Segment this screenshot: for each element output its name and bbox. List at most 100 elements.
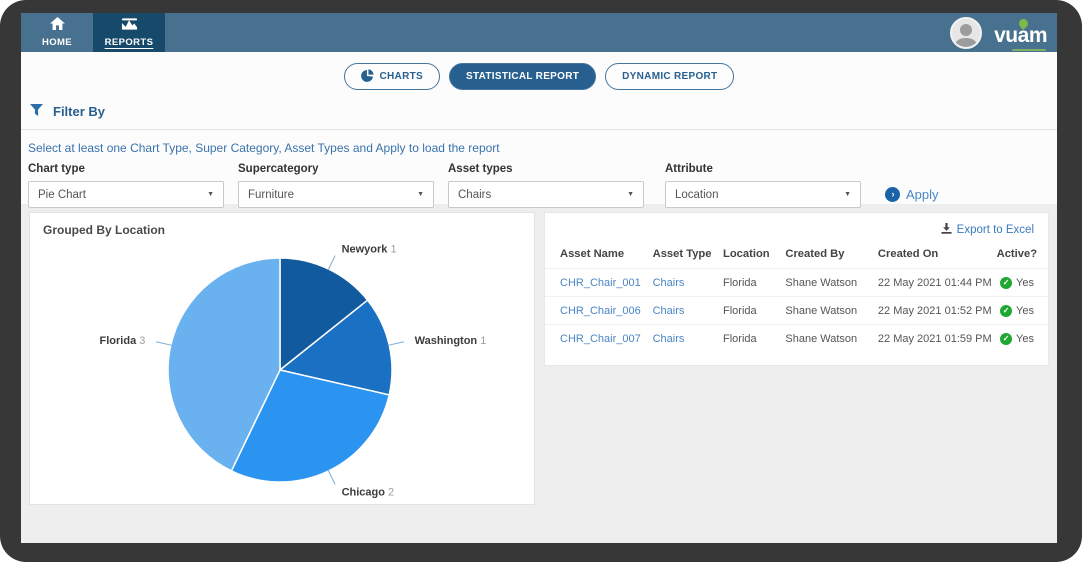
cell-asset-type: Chairs [647,268,719,297]
check-icon: ✓ [1000,277,1013,289]
col-active: Active? [996,248,1038,260]
cell-location: Florida [718,296,781,325]
tab-dynamic-label: DYNAMIC REPORT [622,71,718,82]
cell-asset-type: Chairs [647,324,719,352]
field-attribute: Attribute Location ▼ [665,163,861,208]
tab-charts-label: CHARTS [379,71,423,82]
nav-tab-reports[interactable]: REPORTS [93,13,165,52]
table-header-row: Asset Name Asset Type Location Created B… [545,242,1048,269]
table-row: CHR_Chair_007 Chairs Florida Shane Watson 22… [545,324,1048,352]
attribute-label: Attribute [665,163,713,175]
check-icon: ✓ [1000,333,1013,345]
attribute-select[interactable]: Location ▼ [665,181,861,208]
pie-label-washington: Washington 1 [415,335,487,347]
chevron-down-icon: ▼ [207,191,214,198]
cell-created-on: 22 May 2021 01:59 PM [872,324,992,352]
tab-statistical-label: STATISTICAL REPORT [465,71,580,82]
tab-statistical-report[interactable]: STATISTICAL REPORT [448,63,597,90]
nav-right: vu am [950,13,1057,52]
chart-type-select[interactable]: Pie Chart ▼ [28,181,224,208]
asset-table-body: CHR_Chair_001 Chairs Florida Shane Watson 22… [545,268,1048,352]
asset-name-link[interactable]: CHR_Chair_001 [560,277,641,289]
asset-type-link[interactable]: Chairs [653,333,685,345]
tab-charts[interactable]: CHARTS [343,63,440,90]
brand-logo: vu am [994,16,1048,51]
chart-type-value: Pie Chart [38,188,86,201]
app-window: HOME REPORTS vu am CHARTS STATISTICAL RE… [0,0,1082,562]
cell-active: ✓ Yes [991,296,1048,325]
cell-created-by: Shane Watson [780,324,873,352]
field-asset-types: Asset types Chairs ▼ [448,163,644,208]
chevron-down-icon: ▼ [417,191,424,198]
avatar-body [955,37,978,47]
field-supercategory: Supercategory Furniture ▼ [238,163,434,208]
cell-created-by: Shane Watson [780,296,873,325]
nav-reports-label: REPORTS [104,37,154,48]
field-chart-type: Chart type Pie Chart ▼ [28,163,224,208]
pie-chart-icon [360,68,374,85]
nav-tab-home[interactable]: HOME [21,13,93,52]
asset-name-link[interactable]: CHR_Chair_006 [560,305,641,317]
cell-location: Florida [718,324,781,352]
chart-type-label: Chart type [28,163,85,175]
cell-asset-name: CHR_Chair_001 [545,268,648,297]
active-status-label: Yes [1016,277,1034,289]
apply-button[interactable]: › Apply [885,187,939,202]
home-icon [49,17,65,35]
export-label: Export to Excel [956,224,1034,236]
filter-header: Filter By [30,104,105,119]
col-created-by: Created By [785,248,845,260]
filter-icon [30,104,43,119]
content-area: CHARTS STATISTICAL REPORT DYNAMIC REPORT… [21,52,1057,543]
cell-active: ✓ Yes [991,324,1048,352]
filter-fields: Chart type Pie Chart ▼ Supercategory Fur… [28,163,939,208]
export-to-excel-button[interactable]: Export to Excel [941,223,1034,237]
asset-table-card: Export to Excel Asset Name Asset Type Lo… [544,212,1049,366]
active-status: ✓ Yes [1000,305,1034,317]
check-icon: ✓ [1000,305,1013,317]
supercategory-label: Supercategory [238,163,319,175]
active-status: ✓ Yes [1000,333,1034,345]
supercategory-value: Furniture [248,188,295,201]
top-navbar: HOME REPORTS vu am [21,13,1057,52]
cell-created-on: 22 May 2021 01:44 PM [872,268,992,297]
pie-label-florida: Florida 3 [100,335,146,347]
active-status: ✓ Yes [1000,277,1034,289]
asset-name-link[interactable]: CHR_Chair_007 [560,333,641,345]
supercategory-select[interactable]: Furniture ▼ [238,181,434,208]
cell-asset-name: CHR_Chair_006 [545,296,648,325]
asset-types-label: Asset types [448,163,513,175]
table-row: CHR_Chair_001 Chairs Florida Shane Watson 22… [545,268,1048,297]
user-avatar[interactable] [950,16,983,49]
pie-label-newyork: Newyork 1 [342,243,397,255]
chevron-down-icon: ▼ [627,191,634,198]
pie-label-line [388,341,404,346]
apply-label: Apply [906,187,939,202]
tab-dynamic-report[interactable]: DYNAMIC REPORT [605,63,735,90]
filter-title: Filter By [53,104,106,119]
apply-arrow-icon: › [885,187,900,202]
cell-created-on: 22 May 2021 01:52 PM [872,296,992,325]
asset-types-select[interactable]: Chairs ▼ [448,181,644,208]
col-asset-name: Asset Name [560,248,625,260]
table-row: CHR_Chair_006 Chairs Florida Shane Watson 22… [545,296,1048,325]
cell-asset-name: CHR_Chair_007 [545,324,648,352]
active-status-label: Yes [1016,305,1034,317]
pie-label-line [327,469,336,485]
asset-table: Asset Name Asset Type Location Created B… [545,242,1048,352]
filter-divider [21,129,1057,130]
cell-location: Florida [718,268,781,297]
chart-title: Grouped By Location [43,223,166,237]
reports-icon [121,17,138,35]
page: HOME REPORTS vu am CHARTS STATISTICAL RE… [21,13,1057,543]
pie-label-line [156,341,172,346]
asset-type-link[interactable]: Chairs [653,305,685,317]
pie-label-line [327,255,336,271]
asset-type-link[interactable]: Chairs [653,277,685,289]
attribute-value: Location [675,188,719,201]
cell-asset-type: Chairs [647,296,719,325]
pie-chart: Newyork 1 Washington 1 Chicago 2 Florida 3 [100,243,487,498]
report-view-tabs: CHARTS STATISTICAL REPORT DYNAMIC REPORT [21,63,1057,90]
col-location: Location [723,248,770,260]
asset-types-value: Chairs [458,188,492,201]
